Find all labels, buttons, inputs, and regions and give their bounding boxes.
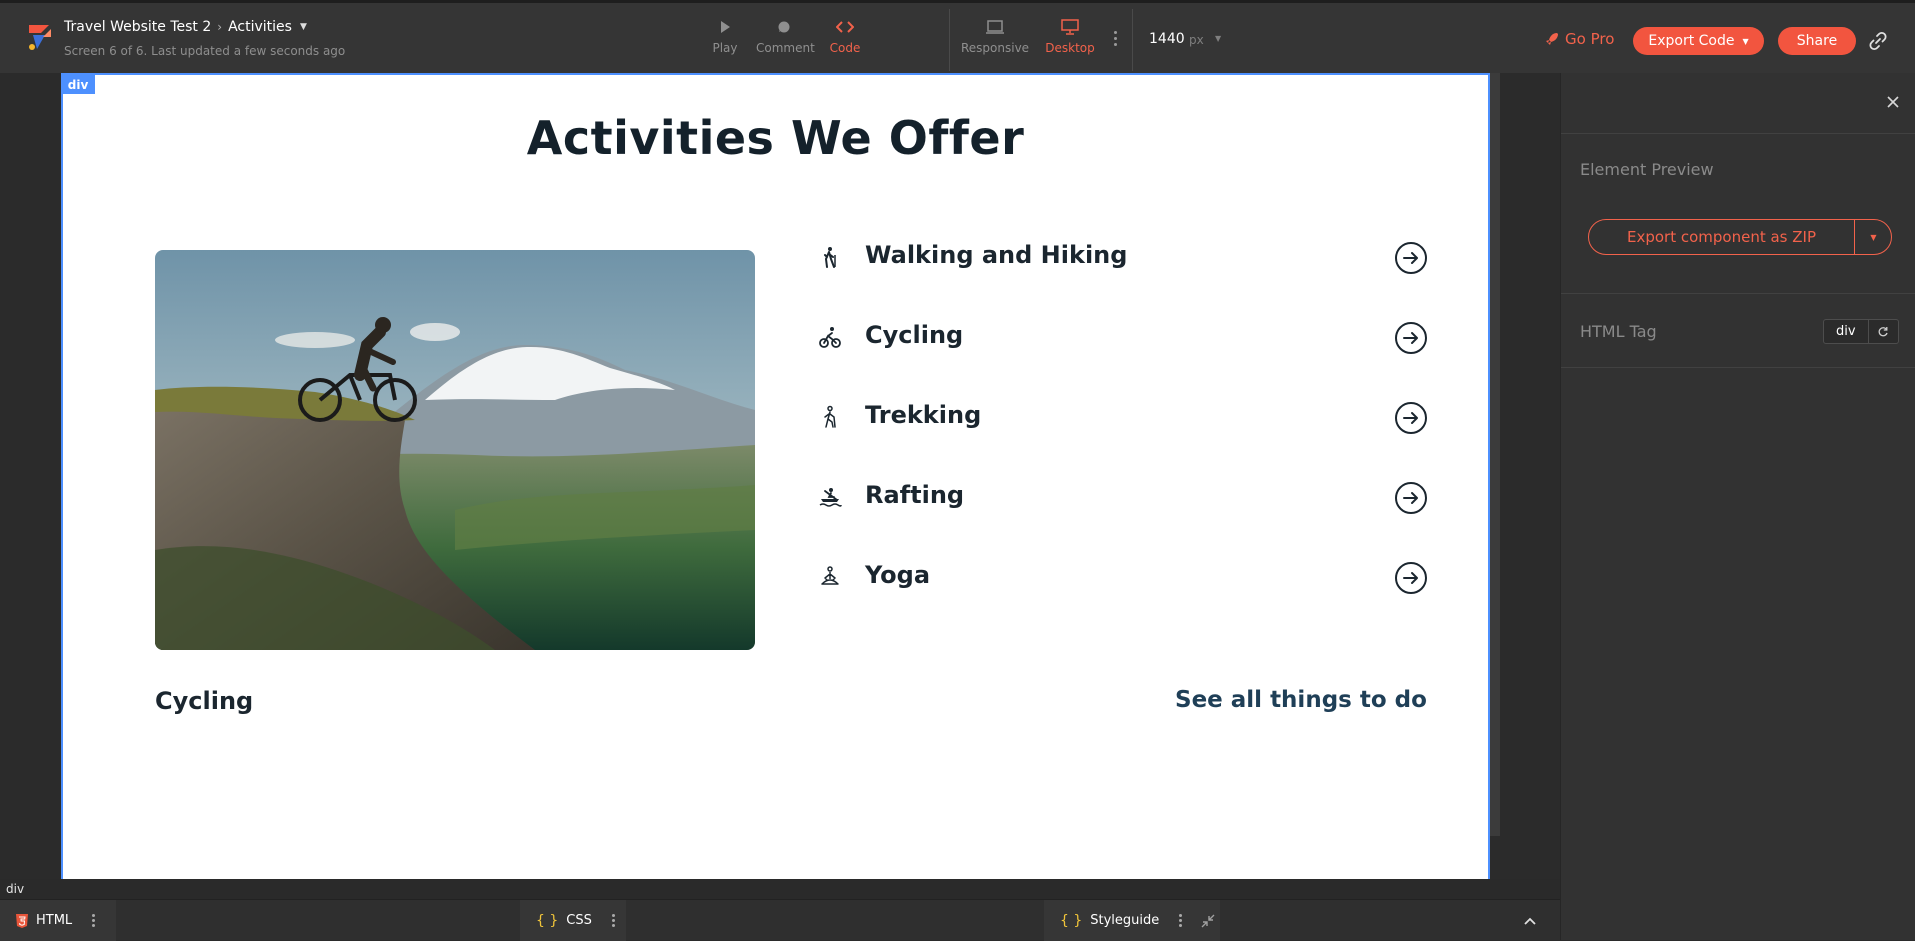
- activity-label: Rafting: [865, 481, 965, 509]
- code-label: Code: [829, 41, 861, 55]
- page-heading: Activities We Offer: [526, 111, 1025, 165]
- rafting-icon: [818, 485, 842, 509]
- go-pro-label: Go Pro: [1565, 30, 1615, 48]
- tab-css-label: CSS: [566, 913, 592, 928]
- braces-icon: { }: [536, 912, 559, 929]
- activity-label: Walking and Hiking: [865, 241, 1128, 269]
- yoga-icon: [818, 565, 842, 589]
- share-label: Share: [1796, 33, 1838, 49]
- toolbar-divider: [949, 9, 950, 71]
- activity-item-cycling[interactable]: Cycling: [818, 315, 1438, 359]
- collapse-arrows-icon[interactable]: [1200, 913, 1216, 929]
- export-code-button[interactable]: Export Code ▼: [1633, 27, 1764, 55]
- more-options-icon[interactable]: [1114, 31, 1118, 49]
- more-options-icon[interactable]: [611, 914, 615, 927]
- activity-item-yoga[interactable]: Yoga: [818, 555, 1438, 599]
- arrow-right-circle-icon[interactable]: [1394, 241, 1428, 275]
- desktop-view-button[interactable]: Desktop: [1045, 17, 1095, 55]
- play-icon: [709, 17, 741, 37]
- cycling-hero-image: [155, 250, 755, 650]
- tab-html[interactable]: HTML: [0, 900, 116, 941]
- caret-down-icon[interactable]: ▼: [300, 22, 307, 32]
- canvas-width-value[interactable]: 1440: [1149, 31, 1185, 47]
- top-toolbar: Travel Website Test 2 › Activities ▼ Scr…: [0, 0, 1915, 73]
- arrow-right-circle-icon[interactable]: [1394, 561, 1428, 595]
- last-updated-text: Screen 6 of 6. Last updated a few second…: [64, 44, 346, 58]
- more-options-icon[interactable]: [1179, 914, 1183, 927]
- element-preview-title: Element Preview: [1580, 160, 1714, 179]
- caret-down-icon[interactable]: ▼: [1215, 34, 1221, 43]
- play-label: Play: [712, 41, 738, 55]
- code-mode-button[interactable]: Code: [829, 17, 861, 55]
- screen-name[interactable]: Activities: [228, 19, 292, 35]
- inspector-panel: Element Preview Export component as ZIP …: [1560, 73, 1915, 940]
- rocket-icon: [1545, 32, 1559, 46]
- desktop-icon: [1045, 17, 1095, 37]
- arrow-right-circle-icon[interactable]: [1394, 481, 1428, 515]
- panel-divider: [1561, 293, 1915, 294]
- image-caption: Cycling: [155, 687, 254, 715]
- see-all-link[interactable]: See all things to do: [1175, 687, 1427, 713]
- reset-icon[interactable]: [1877, 326, 1889, 338]
- element-breadcrumb-bar: div: [0, 879, 1560, 899]
- link-icon[interactable]: [1868, 31, 1888, 51]
- selected-div-frame[interactable]: Activities We Offer Walking and Hiking C…: [61, 73, 1490, 879]
- share-button[interactable]: Share: [1778, 27, 1856, 55]
- braces-icon: { }: [1060, 912, 1083, 929]
- caret-down-icon[interactable]: ▼: [1855, 220, 1892, 254]
- chevron-right-icon: ›: [217, 20, 223, 34]
- trekking-icon: [818, 405, 842, 429]
- panel-divider: [1561, 367, 1915, 368]
- close-icon[interactable]: [1886, 95, 1900, 109]
- activity-item-walking-and-hiking[interactable]: Walking and Hiking: [818, 235, 1438, 279]
- cycling-icon: [818, 325, 842, 349]
- arrow-right-circle-icon[interactable]: [1394, 401, 1428, 435]
- activity-label: Trekking: [865, 401, 982, 429]
- activity-item-rafting[interactable]: Rafting: [818, 475, 1438, 519]
- bottom-panel-tabs: HTML { } CSS { } Styleguide: [0, 899, 1560, 941]
- play-mode-button[interactable]: Play: [709, 17, 741, 55]
- html-tag-select[interactable]: div: [1823, 319, 1899, 344]
- export-code-label: Export Code: [1648, 33, 1735, 49]
- toolbar-divider: [1132, 9, 1133, 71]
- field-divider: [1867, 320, 1869, 343]
- responsive-label: Responsive: [961, 41, 1030, 55]
- comment-label: Comment: [756, 41, 815, 55]
- tab-css[interactable]: { } CSS: [520, 900, 626, 941]
- project-name[interactable]: Travel Website Test 2: [64, 19, 211, 35]
- tab-styleguide[interactable]: { } Styleguide: [1044, 900, 1220, 941]
- comment-icon: [756, 17, 812, 37]
- canvas-scrollbar[interactable]: [1490, 73, 1500, 836]
- project-breadcrumb[interactable]: Travel Website Test 2 › Activities ▼: [64, 19, 307, 35]
- html5-icon: [16, 913, 28, 928]
- tab-html-label: HTML: [36, 913, 73, 928]
- more-options-icon[interactable]: [92, 914, 96, 927]
- app-logo-icon[interactable]: [27, 23, 53, 53]
- code-icon: [829, 17, 861, 37]
- html-tag-label: HTML Tag: [1580, 322, 1657, 341]
- element-breadcrumb[interactable]: div: [6, 882, 24, 896]
- selection-tag-badge: div: [61, 75, 95, 94]
- panel-divider: [1561, 133, 1915, 134]
- caret-down-icon: ▼: [1742, 36, 1749, 46]
- html-tag-value: div: [1836, 324, 1856, 339]
- canvas-width-unit: px: [1189, 33, 1204, 47]
- go-pro-button[interactable]: Go Pro: [1545, 30, 1614, 48]
- export-zip-label[interactable]: Export component as ZIP: [1589, 220, 1854, 254]
- chevron-up-icon[interactable]: [1500, 900, 1560, 941]
- activity-label: Yoga: [865, 561, 931, 589]
- laptop-icon: [961, 17, 1029, 37]
- desktop-label: Desktop: [1045, 41, 1095, 55]
- responsive-view-button[interactable]: Responsive: [961, 17, 1029, 55]
- export-zip-button[interactable]: Export component as ZIP ▼: [1588, 219, 1892, 255]
- hiking-icon: [818, 245, 842, 269]
- comment-mode-button[interactable]: Comment: [756, 17, 815, 55]
- tab-styleguide-label: Styleguide: [1090, 913, 1160, 928]
- activity-label: Cycling: [865, 321, 964, 349]
- activity-item-trekking[interactable]: Trekking: [818, 395, 1438, 439]
- arrow-right-circle-icon[interactable]: [1394, 321, 1428, 355]
